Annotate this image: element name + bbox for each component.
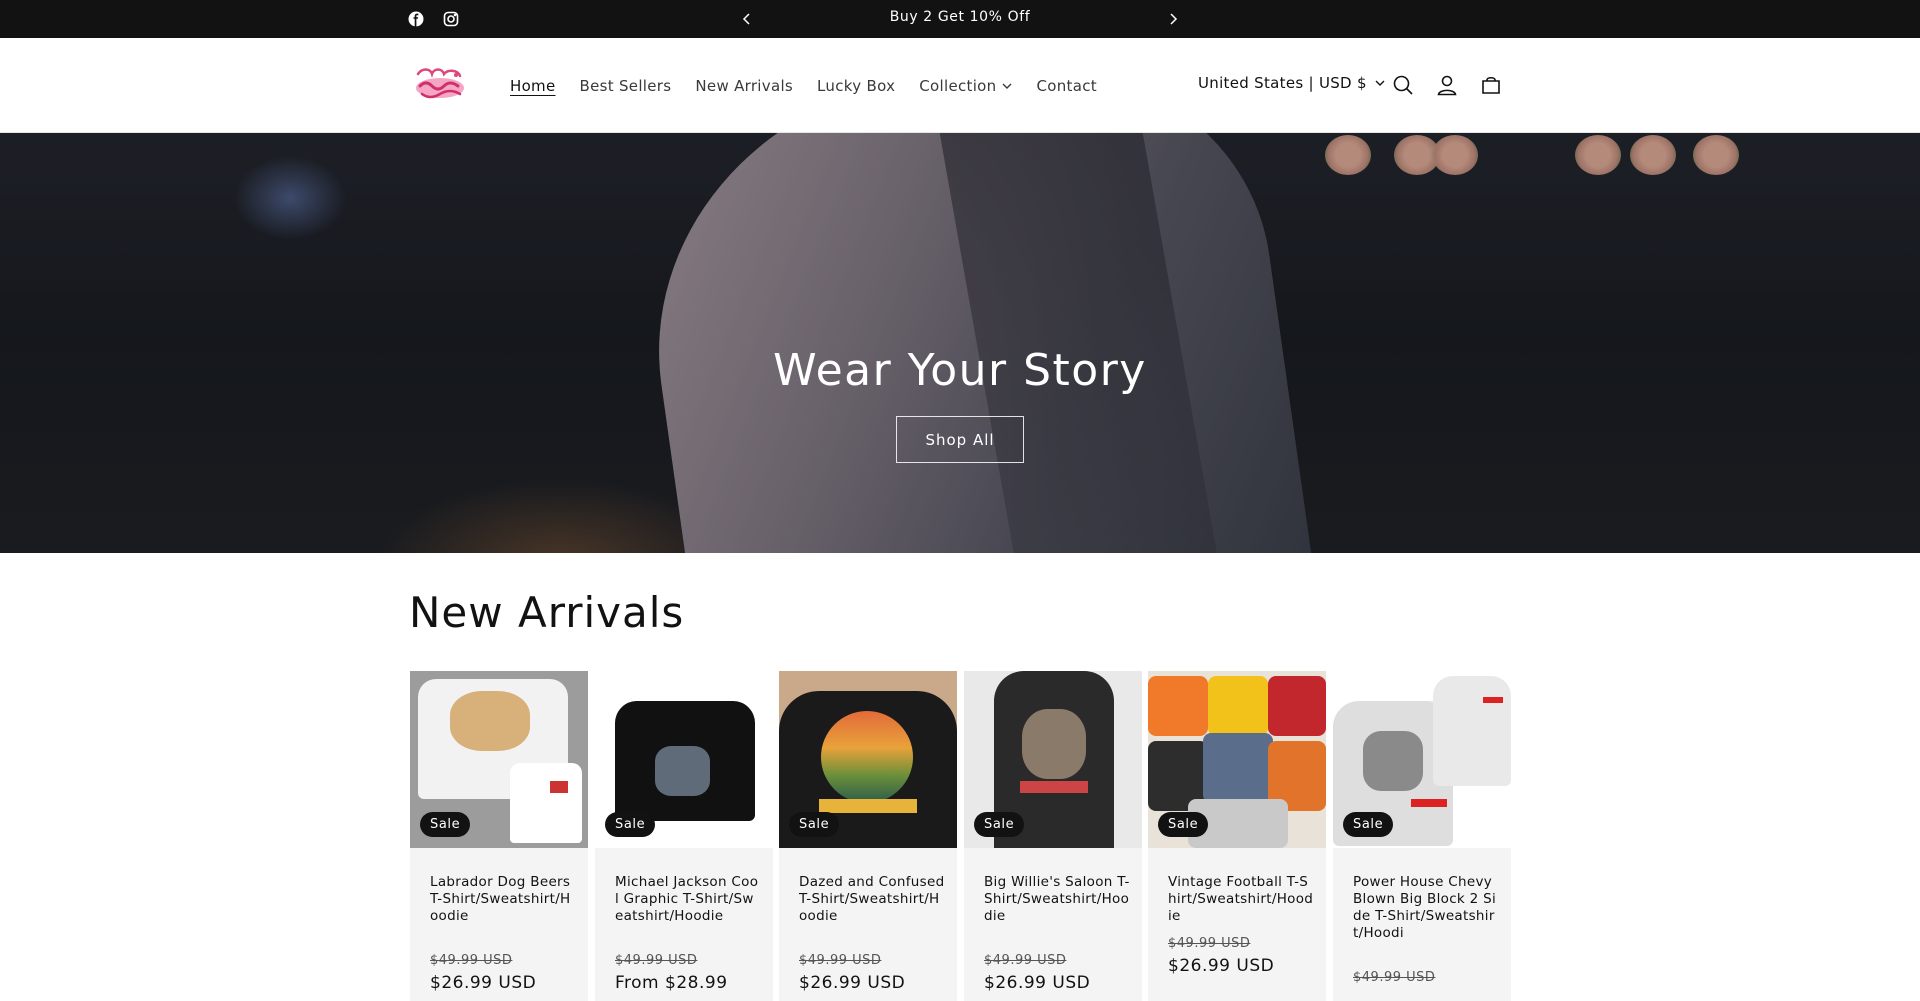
sale-badge: Sale [1343,812,1394,837]
nav-home-label: Home [510,76,556,95]
hero-title: Wear Your Story [773,345,1147,396]
chevron-left-icon[interactable] [736,8,758,30]
facebook-icon[interactable] [407,10,425,28]
regular-price: $49.99 USD [430,953,513,968]
announcement-text: Buy 2 Get 10% Off [889,9,1031,25]
site-header: Home Best Sellers New Arrivals Lucky Box… [0,38,1920,133]
hero-overlay [0,133,1920,553]
announcement-bar: Buy 2 Get 10% Off [0,0,1920,38]
nav-new-arrivals-label: New Arrivals [695,76,794,95]
nav-lucky-box[interactable]: Lucky Box [817,77,895,95]
product-title[interactable]: Dazed and Confused T-Shirt/Sweatshirt/Ho… [799,874,945,925]
logo[interactable] [412,66,468,106]
nav-new-arrivals[interactable]: New Arrivals [695,77,793,95]
product-card[interactable]: Sale Power House Chevy Blown Big Block 2… [1333,671,1511,1001]
sale-price: $26.99 USD [984,973,1091,993]
section-title: New Arrivals [409,588,685,637]
regular-price: $49.99 USD [984,953,1067,968]
regular-price: $49.99 USD [615,953,698,968]
nav-best-sellers-label: Best Sellers [579,76,672,95]
sale-price: $26.99 USD [799,973,906,993]
product-title[interactable]: Vintage Football T-Shirt/Sweatshirt/Hood… [1168,874,1314,925]
nav-best-sellers[interactable]: Best Sellers [580,77,672,95]
sale-price: $26.99 USD [1168,956,1275,976]
chevron-right-icon[interactable] [1162,8,1184,30]
chevron-down-icon [1375,80,1385,86]
sale-badge: Sale [605,812,656,837]
main-navigation: Home Best Sellers New Arrivals Lucky Box… [510,38,1097,133]
product-card[interactable]: Sale Labrador Dog Beers T-Shirt/Sweatshi… [410,671,588,1001]
nav-contact[interactable]: Contact [1036,77,1096,95]
cart-icon[interactable] [1478,72,1504,98]
regular-price: $49.99 USD [1353,970,1436,985]
nav-collection-label: Collection [919,76,997,95]
product-card[interactable]: Sale Michael Jackson Cool Graphic T-Shir… [595,671,773,1001]
currency-label: United States | USD $ [1198,74,1367,92]
search-icon[interactable] [1390,72,1416,98]
sale-price: $26.99 USD [430,973,537,993]
account-icon[interactable] [1434,72,1460,98]
regular-price: $49.99 USD [799,953,882,968]
sale-badge: Sale [1158,812,1209,837]
country-currency-selector[interactable]: United States | USD $ [1198,74,1385,92]
sale-badge: Sale [789,812,840,837]
sale-badge: Sale [420,812,471,837]
product-card[interactable]: Sale Dazed and Confused T-Shirt/Sweatshi… [779,671,957,1001]
nav-collection[interactable]: Collection [919,77,1012,95]
shop-all-button[interactable]: Shop All [896,416,1024,463]
product-card[interactable]: Sale Vintage Football T-Shirt/Sweatshirt… [1148,671,1326,1001]
nav-home[interactable]: Home [510,77,556,95]
regular-price: $49.99 USD [1168,936,1251,951]
product-title[interactable]: Michael Jackson Cool Graphic T-Shirt/Swe… [615,874,761,925]
instagram-icon[interactable] [442,10,460,28]
nav-contact-label: Contact [1036,76,1097,95]
product-card[interactable]: Sale Big Willie's Saloon T-Shirt/Sweatsh… [964,671,1142,1001]
sale-badge: Sale [974,812,1025,837]
product-title[interactable]: Big Willie's Saloon T-Shirt/Sweatshirt/H… [984,874,1130,925]
nav-lucky-box-label: Lucky Box [817,76,896,95]
product-title[interactable]: Labrador Dog Beers T-Shirt/Sweatshirt/Ho… [430,874,576,925]
product-title[interactable]: Power House Chevy Blown Big Block 2 Side… [1353,874,1499,942]
sale-price: From $28.99 [615,973,728,993]
chevron-down-icon [1002,83,1012,89]
hero-banner: Wear Your Story Shop All [0,133,1920,553]
